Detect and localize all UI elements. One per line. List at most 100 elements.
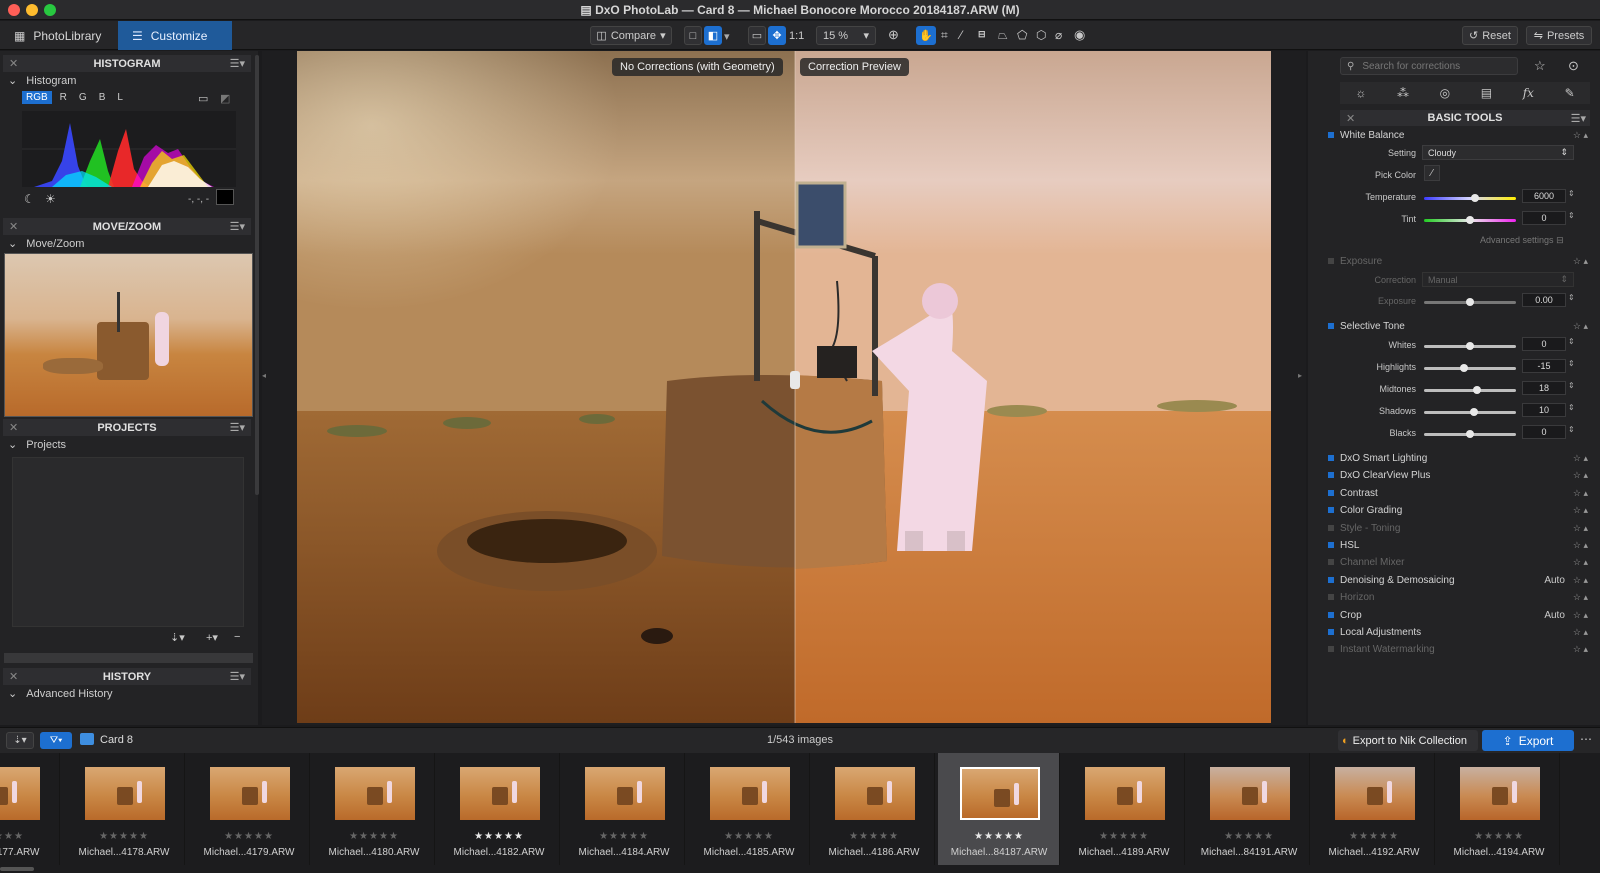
tool-smart-lighting[interactable]: DxO Smart Lighting ☆ ▴ — [1328, 450, 1588, 466]
channel-rgb[interactable]: RGB — [22, 91, 52, 104]
slider-knob[interactable] — [1470, 194, 1479, 202]
thumbnail[interactable] — [335, 767, 415, 820]
export-nik-button[interactable]: ◐ Export to Nik Collection — [1338, 730, 1478, 751]
filmstrip-item[interactable]: ★★★★★ Michael...4186.ARW — [813, 753, 935, 865]
stepper-icon[interactable]: ⇕ — [1568, 189, 1575, 198]
highlights-slider[interactable] — [1424, 364, 1516, 372]
blacks-value[interactable]: 0 — [1522, 425, 1566, 439]
thumbnail[interactable] — [1085, 767, 1165, 820]
rating-stars[interactable]: ★★★★★ — [1063, 831, 1185, 842]
stepper-icon[interactable]: ⇕ — [1568, 403, 1575, 412]
favorite-icon[interactable]: ☆ ▴ — [1573, 557, 1588, 568]
filmstrip-item[interactable]: ★★★★★ Michael...84191.ARW — [1188, 753, 1310, 865]
thumbnail[interactable] — [210, 767, 290, 820]
close-icon[interactable]: ✕ — [1346, 112, 1355, 125]
shadows-slider[interactable] — [1424, 408, 1516, 416]
favorite-icon[interactable]: ☆ ▴ — [1573, 488, 1588, 499]
whites-slider[interactable] — [1424, 342, 1516, 350]
horizon-icon[interactable]: ⊟ — [978, 29, 986, 40]
close-icon[interactable]: ✕ — [9, 421, 18, 434]
favorite-icon[interactable]: ☆ ▴ — [1573, 610, 1588, 620]
custom-palette-icon[interactable]: ✎ — [1565, 86, 1575, 100]
remove-project-button[interactable]: − — [234, 631, 240, 643]
movezoom-header[interactable]: ✕ MOVE/ZOOM ☰▾ — [3, 218, 251, 235]
filmstrip-item[interactable]: ★★★★★ Michael...4182.ARW — [438, 753, 560, 865]
scrollbar[interactable] — [4, 653, 253, 663]
enable-toggle[interactable] — [1328, 132, 1334, 138]
rating-stars[interactable]: ★★★★★ — [1438, 831, 1560, 842]
rating-stars[interactable]: ★★★★★ — [938, 831, 1060, 842]
history-subheader[interactable]: ⌄ Advanced History — [8, 687, 113, 700]
rating-stars[interactable]: ★★★★★ — [563, 831, 685, 842]
rating-stars[interactable]: ★★★★★ — [0, 831, 60, 842]
filmstrip-item[interactable]: ★★★★★ Michael...84187.ARW — [938, 753, 1060, 865]
rating-stars[interactable]: ★★★★★ — [63, 831, 185, 842]
thumbnail[interactable] — [0, 767, 40, 820]
channel-b[interactable]: B — [95, 91, 110, 104]
enable-toggle[interactable] — [1328, 258, 1334, 264]
filmstrip-item[interactable]: ★★★★★ Michael...4194.ARW — [1438, 753, 1560, 865]
blacks-slider[interactable] — [1424, 430, 1516, 438]
white-balance-tool[interactable]: White Balance ☆ ▴ — [1328, 127, 1588, 143]
enable-toggle[interactable] — [1328, 507, 1334, 513]
exposure-tool[interactable]: Exposure ☆ ▴ — [1328, 253, 1588, 269]
zoom-select[interactable]: 15 % ▾ — [816, 26, 876, 45]
collapse-right-icon[interactable]: ▸ — [1298, 371, 1302, 380]
single-view-button[interactable]: □ — [684, 26, 702, 45]
tab-photolibrary[interactable]: ▦ PhotoLibrary — [0, 21, 118, 50]
split-view-button[interactable]: ◧ — [704, 26, 722, 45]
filmstrip-item[interactable]: ★★★★★ Michael...4192.ARW — [1313, 753, 1435, 865]
enable-toggle[interactable] — [1328, 525, 1334, 531]
slider-knob[interactable] — [1459, 364, 1468, 372]
slider-knob[interactable] — [1466, 216, 1474, 224]
midtones-slider[interactable] — [1424, 386, 1516, 394]
filmstrip-item[interactable]: ★★★★★ Michael...4189.ARW — [1063, 753, 1185, 865]
favorite-icon[interactable]: ☆ ▴ — [1573, 575, 1588, 585]
close-icon[interactable]: ✕ — [9, 57, 18, 70]
tool-local-adjustments[interactable]: Local Adjustments ☆ ▴ — [1328, 624, 1588, 640]
thumbnail[interactable] — [585, 767, 665, 820]
tool-status[interactable]: Auto ☆ ▴ — [1544, 575, 1588, 586]
enable-toggle[interactable] — [1328, 612, 1334, 618]
repair-icon[interactable]: ⌀ — [1055, 28, 1062, 42]
crop-icon[interactable]: ⌗ — [941, 28, 948, 43]
fit-button[interactable]: ▭ — [748, 26, 766, 45]
favorite-icon[interactable]: ☆ ▴ — [1573, 470, 1588, 481]
filmstrip-item[interactable]: ★★★★★ hael...84177.ARW — [0, 753, 60, 865]
perspective-icon[interactable]: ⏢ — [998, 28, 1008, 43]
rating-stars[interactable]: ★★★★★ — [438, 831, 560, 842]
thumbnail[interactable] — [710, 767, 790, 820]
enable-toggle[interactable] — [1328, 629, 1334, 635]
tool-crop[interactable]: Crop Auto ☆ ▴ — [1328, 607, 1588, 623]
eye-icon[interactable]: ◉ — [1074, 27, 1085, 43]
favorite-icon[interactable]: ☆ ▴ — [1573, 453, 1588, 464]
enable-toggle[interactable] — [1328, 542, 1334, 548]
tool-hsl[interactable]: HSL ☆ ▴ — [1328, 537, 1588, 553]
tab-customize[interactable]: ☰ Customize — [118, 21, 232, 50]
shadows-value[interactable]: 10 — [1522, 403, 1566, 417]
rating-stars[interactable]: ★★★★★ — [688, 831, 810, 842]
tint-value[interactable]: 0 — [1522, 211, 1566, 225]
enable-toggle[interactable] — [1328, 490, 1334, 496]
add-project-button[interactable]: +▾ — [206, 631, 218, 644]
split-handle[interactable] — [755, 371, 765, 389]
favorite-icon[interactable]: ☆ ▴ — [1573, 644, 1588, 655]
stepper-icon[interactable]: ⇕ — [1568, 359, 1575, 368]
menu-icon[interactable]: ☰▾ — [230, 57, 245, 70]
midtones-value[interactable]: 18 — [1522, 381, 1566, 395]
filmstrip-item[interactable]: ★★★★★ Michael...4180.ARW — [313, 753, 435, 865]
wb-setting-select[interactable]: Cloudy ⇕ — [1422, 145, 1574, 160]
search-corrections-input[interactable]: ⚲ Search for corrections — [1340, 57, 1518, 75]
channel-l[interactable]: L — [113, 91, 127, 104]
filmstrip-item[interactable]: ★★★★★ Michael...4185.ARW — [688, 753, 810, 865]
channel-g[interactable]: G — [75, 91, 91, 104]
light-palette-icon[interactable]: ☼ — [1355, 86, 1366, 100]
slider-knob[interactable] — [1466, 342, 1474, 350]
rating-stars[interactable]: ★★★★★ — [1188, 831, 1310, 842]
toggle-icon[interactable]: ⊙ — [1568, 58, 1579, 74]
left-panel-scrollbar[interactable] — [255, 55, 259, 495]
favorite-icon[interactable]: ☆ ▴ — [1573, 321, 1588, 332]
enable-toggle[interactable] — [1328, 646, 1334, 652]
move-button[interactable]: ✥ — [768, 26, 786, 45]
selective-tone-tool[interactable]: Selective Tone ☆ ▴ — [1328, 318, 1588, 334]
